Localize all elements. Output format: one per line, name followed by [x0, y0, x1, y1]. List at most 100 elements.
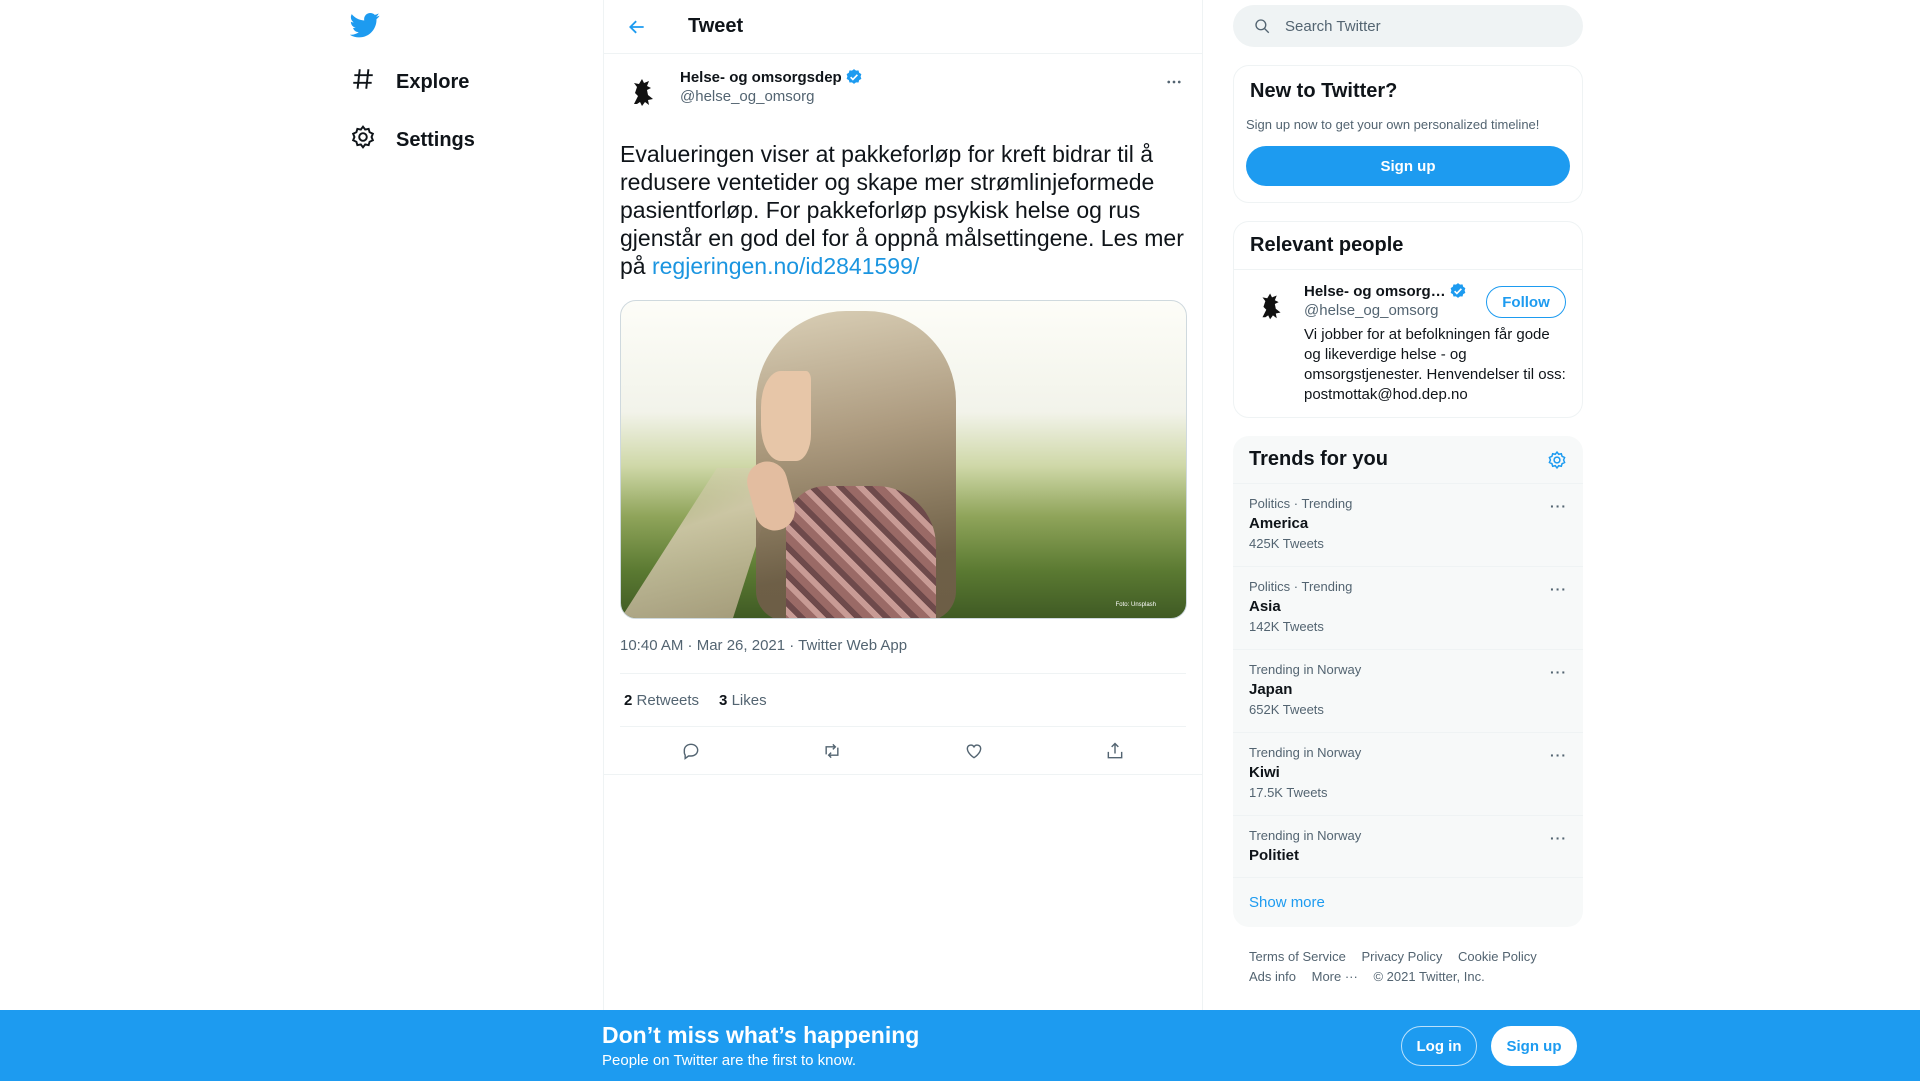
trend-count: 425K Tweets [1249, 536, 1324, 551]
trend-name: Kiwi [1249, 764, 1280, 781]
trend-item[interactable]: Politics · Trending America 425K Tweets … [1233, 484, 1583, 567]
trend-item[interactable]: Trending in Norway Japan 652K Tweets ··· [1233, 650, 1583, 733]
new-to-twitter-subtitle: Sign up now to get your own personalized… [1246, 117, 1540, 132]
more-link[interactable]: More ··· [1312, 969, 1358, 984]
new-to-twitter-title: New to Twitter? [1250, 80, 1398, 102]
bottom-signup-bar: Don’t miss what’s happening People on Tw… [0, 1010, 1920, 1081]
share-icon [1107, 741, 1123, 758]
retweet-button[interactable] [814, 733, 850, 769]
trend-name: Japan [1249, 681, 1293, 698]
trend-count: 17.5K Tweets [1249, 785, 1328, 800]
search-input[interactable]: Search Twitter [1285, 18, 1381, 35]
ellipsis-icon [1167, 80, 1181, 84]
divider [604, 774, 1202, 775]
ads-info-link[interactable]: Ads info [1249, 969, 1296, 984]
nav-explore-label: Explore [396, 70, 470, 93]
like-button[interactable] [956, 733, 992, 769]
author-handle[interactable]: @helse_og_omsorg [680, 88, 863, 105]
trend-count: 142K Tweets [1249, 619, 1324, 634]
likes-count: 3 [719, 691, 728, 709]
relevant-people-card: Relevant people Helse- og omsorg… @helse… [1233, 221, 1583, 418]
likes-stat[interactable]: 3 Likes [719, 692, 767, 709]
person-item[interactable]: Helse- og omsorg… @helse_og_omsorg Vi jo… [1234, 270, 1582, 417]
tweet: Helse- og omsorgsdep @helse_og_omsorg Ev… [604, 54, 1202, 774]
relevant-people-title: Relevant people [1234, 222, 1582, 270]
tweet-header: Helse- og omsorgsdep @helse_og_omsorg [620, 66, 1186, 122]
search-icon [1255, 19, 1270, 34]
footer-links: Terms of Service Privacy Policy Cookie P… [1233, 947, 1583, 987]
person-bio: Vi jobber for at befolkningen får gode o… [1304, 326, 1566, 403]
nav-settings[interactable]: Settings [350, 120, 475, 160]
search-bar[interactable]: Search Twitter [1233, 5, 1583, 47]
image-shirt [786, 486, 936, 618]
tweet-timestamp[interactable]: 10:40 AM · Mar 26, 2021 · Twitter Web Ap… [620, 637, 1186, 657]
gear-icon [350, 124, 376, 156]
cookie-link[interactable]: Cookie Policy [1458, 949, 1537, 964]
trends-title: Trends for you [1249, 448, 1388, 470]
author-name[interactable]: Helse- og omsorgsdep [680, 69, 842, 86]
page-title: Tweet [688, 15, 744, 37]
trend-name: America [1249, 515, 1309, 532]
trend-count: 652K Tweets [1249, 702, 1324, 717]
avatar[interactable] [620, 66, 668, 114]
bottom-bar-subtitle: People on Twitter are the first to know. [602, 1052, 857, 1069]
trend-item[interactable]: Trending in Norway Politiet ··· [1233, 816, 1583, 878]
trend-item[interactable]: Politics · Trending Asia 142K Tweets ··· [1233, 567, 1583, 650]
lion-crest-icon [1262, 293, 1281, 320]
trend-name: Asia [1249, 598, 1281, 615]
nav-explore[interactable]: Explore [350, 62, 469, 102]
trend-context: Politics · Trending [1249, 496, 1353, 511]
sign-up-button[interactable]: Sign up [1246, 146, 1570, 186]
back-button[interactable] [620, 10, 654, 44]
tweet-author: Helse- og omsorgsdep @helse_og_omsorg [680, 68, 863, 105]
new-to-twitter-card: New to Twitter? Sign up now to get your … [1233, 65, 1583, 203]
trend-more-icon[interactable]: ··· [1550, 830, 1567, 846]
trend-name: Politiet [1249, 847, 1300, 864]
lion-crest-icon [634, 79, 653, 106]
retweets-label: Retweets [636, 691, 700, 709]
verified-badge-icon [1450, 283, 1466, 298]
trend-context: Politics · Trending [1249, 579, 1353, 594]
retweet-icon [825, 743, 839, 758]
verified-badge-icon [846, 69, 862, 84]
copyright: © 2021 Twitter, Inc. [1373, 969, 1485, 984]
tweet-stats: 2 Retweets 3 Likes [620, 674, 1186, 726]
right-sidebar: Search Twitter New to Twitter? Sign up n… [1233, 0, 1583, 987]
reply-button[interactable] [673, 733, 709, 769]
privacy-link[interactable]: Privacy Policy [1361, 949, 1442, 964]
main-column: Tweet Helse- og omsorgsdep @helse_og_oms… [603, 0, 1203, 1010]
author-name-row[interactable]: Helse- og omsorgsdep [680, 68, 863, 86]
trend-more-icon[interactable]: ··· [1550, 747, 1567, 763]
follow-button[interactable]: Follow [1486, 286, 1566, 318]
trend-more-icon[interactable]: ··· [1550, 498, 1567, 514]
more-options-button[interactable] [1162, 70, 1186, 94]
heart-icon [966, 743, 982, 759]
image-credit: Foto: Unsplash [1115, 602, 1156, 608]
tweet-actions [620, 726, 1186, 774]
arrow-left-icon [629, 20, 644, 33]
page-header: Tweet [604, 0, 1202, 54]
twitter-logo-icon[interactable] [349, 10, 382, 42]
trend-item[interactable]: Trending in Norway Kiwi 17.5K Tweets ··· [1233, 733, 1583, 816]
log-in-button[interactable]: Log in [1401, 1026, 1477, 1066]
trends-card: Trends for you Politics · Trending Ameri… [1233, 436, 1583, 927]
bottom-bar-title: Don’t miss what’s happening [602, 1022, 920, 1048]
trend-more-icon[interactable]: ··· [1550, 581, 1567, 597]
share-button[interactable] [1097, 733, 1133, 769]
terms-link[interactable]: Terms of Service [1249, 949, 1346, 964]
retweets-count: 2 [624, 691, 633, 709]
image-face [761, 371, 811, 461]
trend-context: Trending in Norway [1249, 828, 1362, 843]
trend-context: Trending in Norway [1249, 745, 1362, 760]
tweet-link[interactable]: regjeringen.no/id2841599/ [652, 253, 919, 279]
person-name[interactable]: Helse- og omsorg… [1304, 283, 1446, 300]
tweet-image[interactable]: Foto: Unsplash [620, 300, 1187, 619]
show-more-link[interactable]: Show more [1233, 878, 1583, 927]
retweets-stat[interactable]: 2 Retweets [624, 692, 699, 709]
likes-label: Likes [731, 691, 767, 709]
trends-settings-icon[interactable] [1547, 450, 1567, 470]
trend-more-icon[interactable]: ··· [1550, 664, 1567, 680]
avatar[interactable] [1250, 282, 1294, 326]
trend-context: Trending in Norway [1249, 662, 1362, 677]
bottom-sign-up-button[interactable]: Sign up [1491, 1026, 1577, 1066]
